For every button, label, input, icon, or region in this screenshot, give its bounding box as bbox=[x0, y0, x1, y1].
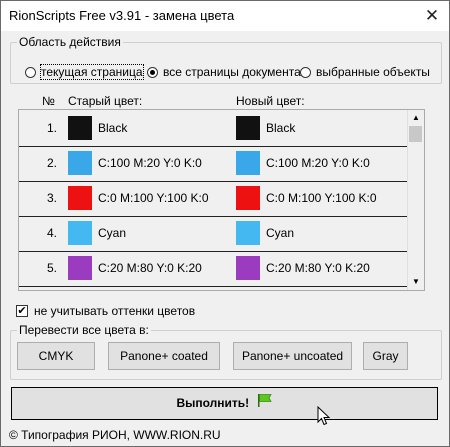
pantone-coated-button[interactable]: Panone+ coated bbox=[108, 342, 220, 370]
new-color-text: Cyan bbox=[266, 226, 295, 240]
cmyk-button-label: CMYK bbox=[38, 349, 74, 363]
scope-group: Область действия текущая страница все ст… bbox=[10, 35, 442, 84]
old-color-text: Cyan bbox=[98, 226, 127, 240]
color-row[interactable]: 1. Black Black bbox=[19, 110, 407, 147]
list-scrollbar[interactable]: ▲ ▼ bbox=[407, 110, 424, 290]
convert-legend: Перевести все цвета в: bbox=[17, 323, 151, 337]
new-color-text: C:20 M:80 Y:0 K:20 bbox=[266, 261, 370, 275]
row-number: 4. bbox=[47, 226, 58, 240]
pantone-uncoated-button-label: Panone+ uncoated bbox=[241, 349, 344, 363]
radio-selected-objects[interactable]: выбранные объекты bbox=[300, 64, 430, 80]
gray-button-label: Gray bbox=[372, 349, 399, 363]
header-old-color: Старый цвет: bbox=[68, 94, 143, 108]
pantone-coated-button-label: Panone+ coated bbox=[120, 349, 208, 363]
radio-all-pages[interactable]: все страницы документа bbox=[147, 64, 301, 80]
row-number: 3. bbox=[47, 191, 58, 205]
new-color-text: C:100 M:20 Y:0 K:0 bbox=[266, 156, 370, 170]
radio-current-page-label[interactable]: текущая страница bbox=[40, 64, 144, 80]
header-num: № bbox=[42, 94, 55, 108]
footer-copyright: © Типография РИОН, WWW.RION.RU bbox=[9, 428, 221, 442]
color-row[interactable]: 4. Cyan Cyan bbox=[19, 215, 407, 252]
window-title: RionScripts Free v3.91 - замена цвета bbox=[9, 8, 235, 23]
close-button[interactable]: ✕ bbox=[415, 1, 449, 31]
row-number: 1. bbox=[47, 121, 58, 135]
color-list: 1. Black Black 2. C:100 M:20 Y:0 K:0 C:1… bbox=[18, 109, 425, 291]
header-new-color: Новый цвет: bbox=[236, 94, 305, 108]
new-color-text: Black bbox=[266, 121, 296, 135]
old-color-text: C:0 M:100 Y:100 K:0 bbox=[98, 191, 209, 205]
old-color-text: C:20 M:80 Y:0 K:20 bbox=[98, 261, 202, 275]
radio-selected-objects-circle[interactable] bbox=[300, 66, 311, 78]
scrollbar-thumb[interactable] bbox=[409, 126, 422, 142]
scope-legend: Область действия bbox=[17, 35, 123, 49]
row-number: 2. bbox=[47, 156, 58, 170]
scroll-up-icon[interactable]: ▲ bbox=[408, 110, 424, 126]
new-color-swatch[interactable] bbox=[236, 151, 260, 175]
old-color-text: Black bbox=[98, 121, 128, 135]
ignore-shades-checkbox[interactable]: ✔ bbox=[16, 305, 28, 317]
mouse-cursor-icon bbox=[317, 405, 331, 429]
dialog-window: RionScripts Free v3.91 - замена цвета ✕ … bbox=[0, 0, 450, 447]
color-row[interactable]: 3. C:0 M:100 Y:100 K:0 C:0 M:100 Y:100 K… bbox=[19, 180, 407, 217]
run-button[interactable]: Выполнить! bbox=[11, 387, 438, 420]
old-color-text: C:100 M:20 Y:0 K:0 bbox=[98, 156, 202, 170]
color-row[interactable]: 2. C:100 M:20 Y:0 K:0 C:100 M:20 Y:0 K:0 bbox=[19, 145, 407, 182]
pantone-uncoated-button[interactable]: Panone+ uncoated bbox=[233, 342, 352, 370]
radio-current-page-circle[interactable] bbox=[25, 66, 36, 78]
run-button-label: Выполнить! bbox=[176, 396, 250, 410]
radio-selected-objects-label[interactable]: выбранные объекты bbox=[316, 65, 430, 79]
old-color-swatch[interactable] bbox=[68, 116, 92, 140]
new-color-swatch[interactable] bbox=[236, 116, 260, 140]
radio-current-page[interactable]: текущая страница bbox=[25, 64, 144, 80]
radio-all-pages-label[interactable]: все страницы документа bbox=[163, 65, 301, 79]
gray-button[interactable]: Gray bbox=[363, 342, 408, 370]
cmyk-button[interactable]: CMYK bbox=[17, 342, 95, 370]
new-color-swatch[interactable] bbox=[236, 221, 260, 245]
new-color-swatch[interactable] bbox=[236, 256, 260, 280]
old-color-swatch[interactable] bbox=[68, 151, 92, 175]
title-bar: RionScripts Free v3.91 - замена цвета ✕ bbox=[1, 1, 449, 31]
scroll-down-icon[interactable]: ▼ bbox=[408, 274, 424, 290]
old-color-swatch[interactable] bbox=[68, 256, 92, 280]
new-color-swatch[interactable] bbox=[236, 186, 260, 210]
old-color-swatch[interactable] bbox=[68, 221, 92, 245]
radio-all-pages-circle[interactable] bbox=[147, 66, 158, 78]
flag-icon bbox=[257, 388, 273, 419]
old-color-swatch[interactable] bbox=[68, 186, 92, 210]
color-row[interactable]: 5. C:20 M:80 Y:0 K:20 C:20 M:80 Y:0 K:20 bbox=[19, 250, 407, 287]
ignore-shades-label[interactable]: не учитывать оттенки цветов bbox=[34, 304, 195, 318]
new-color-text: C:0 M:100 Y:100 K:0 bbox=[266, 191, 377, 205]
row-number: 5. bbox=[47, 261, 58, 275]
